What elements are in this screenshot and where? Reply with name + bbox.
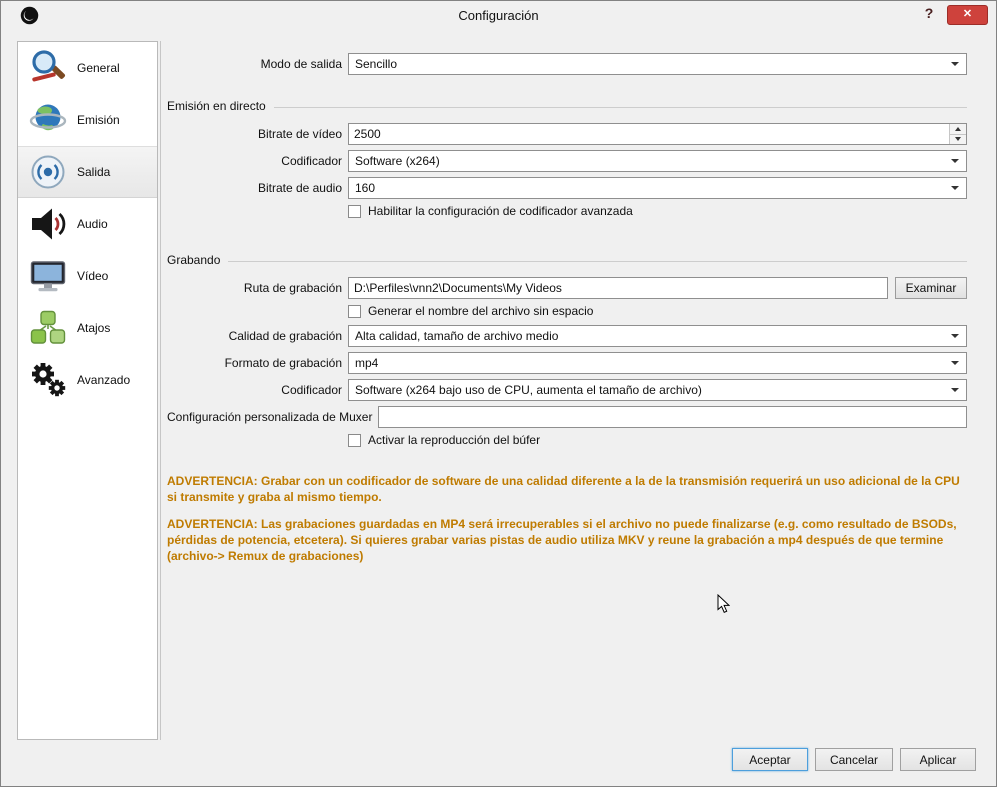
recording-encoder-label: Codificador [167,383,342,397]
help-button[interactable]: ? [920,5,938,23]
titlebar: Configuración ? ✕ [1,1,996,31]
streaming-group-header: Emisión en directo [167,99,967,113]
audio-bitrate-value: 160 [355,181,375,195]
accept-button[interactable]: Aceptar [732,748,808,771]
settings-window: Configuración ? ✕ General [0,0,997,787]
sidebar-item-label: Avanzado [77,373,130,387]
chevron-down-icon [951,159,959,163]
close-button[interactable]: ✕ [947,5,988,25]
warning-text-cpu: ADVERTENCIA: Grabar con un codificador d… [167,474,965,506]
stream-encoder-row: Codificador Software (x264) [167,150,967,172]
audio-bitrate-label: Bitrate de audio [167,181,342,195]
settings-sidebar: General Emisión [17,41,158,740]
muxer-settings-input[interactable] [378,406,967,428]
sidebar-item-general[interactable]: General [18,42,157,94]
chevron-down-icon [951,334,959,338]
recording-group-title: Grabando [167,253,220,267]
recording-encoder-row: Codificador Software (x264 bajo uso de C… [167,379,967,401]
sidebar-item-label: General [77,61,120,75]
sidebar-item-label: Audio [77,217,108,231]
recording-format-value: mp4 [355,356,378,370]
hotkeys-icon [28,308,68,348]
output-settings-panel: Modo de salida Sencillo Emisión en direc… [162,41,978,741]
window-title: Configuración [1,8,996,23]
sidebar-main-divider [160,41,161,740]
video-bitrate-label: Bitrate de vídeo [167,127,342,141]
stream-encoder-label: Codificador [167,154,342,168]
apply-button[interactable]: Aplicar [900,748,976,771]
dialog-buttons: Aceptar Cancelar Aplicar [732,748,976,771]
sidebar-item-emision[interactable]: Emisión [18,94,157,146]
stream-encoder-value: Software (x264) [355,154,440,168]
filename-no-space-row: Generar el nombre del archivo sin espaci… [348,304,967,318]
browse-button[interactable]: Examinar [895,277,967,299]
filename-no-space-checkbox[interactable] [348,305,361,318]
recording-group-header: Grabando [167,253,967,267]
output-mode-row: Modo de salida Sencillo [167,53,967,75]
speaker-icon [28,204,68,244]
group-divider [228,261,967,262]
sidebar-item-label: Salida [77,165,110,179]
advanced-encoder-checkbox-label: Habilitar la configuración de codificado… [368,204,633,218]
chevron-down-icon [951,361,959,365]
sidebar-item-salida[interactable]: Salida [18,146,157,198]
cancel-button[interactable]: Cancelar [815,748,893,771]
general-icon [28,48,68,88]
sidebar-item-label: Vídeo [77,269,108,283]
video-bitrate-input[interactable] [348,123,967,145]
chevron-down-icon [951,62,959,66]
output-mode-value: Sencillo [355,57,397,71]
recording-path-row: Ruta de grabación Examinar [167,277,967,299]
recording-quality-value: Alta calidad, tamaño de archivo medio [355,329,558,343]
globe-icon [28,100,68,140]
spinner-down-button[interactable] [950,135,966,145]
recording-format-select[interactable]: mp4 [348,352,967,374]
sidebar-item-atajos[interactable]: Atajos [18,302,157,354]
group-divider [274,107,967,108]
replay-buffer-checkbox[interactable] [348,434,361,447]
streaming-group-title: Emisión en directo [167,99,266,113]
recording-format-label: Formato de grabación [167,356,342,370]
recording-encoder-value: Software (x264 bajo uso de CPU, aumenta … [355,383,702,397]
audio-bitrate-select[interactable]: 160 [348,177,967,199]
recording-quality-label: Calidad de grabación [167,329,342,343]
video-bitrate-spinner [348,123,967,145]
sidebar-item-avanzado[interactable]: Avanzado [18,354,157,406]
replay-buffer-row: Activar la reproducción del búfer [348,433,967,447]
spinner-buttons [949,124,966,144]
broadcast-icon [28,152,68,192]
chevron-down-icon [955,137,961,141]
sidebar-item-video[interactable]: Vídeo [18,250,157,302]
recording-quality-row: Calidad de grabación Alta calidad, tamañ… [167,325,967,347]
output-mode-label: Modo de salida [167,57,342,71]
monitor-icon [28,256,68,296]
advanced-encoder-checkbox[interactable] [348,205,361,218]
recording-encoder-select[interactable]: Software (x264 bajo uso de CPU, aumenta … [348,379,967,401]
mouse-cursor [717,594,730,614]
filename-no-space-checkbox-label: Generar el nombre del archivo sin espaci… [368,304,593,318]
sidebar-item-audio[interactable]: Audio [18,198,157,250]
stream-encoder-select[interactable]: Software (x264) [348,150,967,172]
warnings-section: ADVERTENCIA: Grabar con un codificador d… [167,474,967,565]
advanced-encoder-row: Habilitar la configuración de codificado… [348,204,967,218]
recording-path-label: Ruta de grabación [167,281,342,295]
recording-format-row: Formato de grabación mp4 [167,352,967,374]
sidebar-item-label: Atajos [77,321,110,335]
replay-buffer-checkbox-label: Activar la reproducción del búfer [368,433,540,447]
chevron-down-icon [951,186,959,190]
gears-icon [28,360,68,400]
muxer-settings-row: Configuración personalizada de Muxer [167,406,967,428]
muxer-settings-label: Configuración personalizada de Muxer [167,410,372,424]
audio-bitrate-row: Bitrate de audio 160 [167,177,967,199]
chevron-up-icon [955,127,961,131]
spinner-up-button[interactable] [950,124,966,135]
warning-text-mp4: ADVERTENCIA: Las grabaciones guardadas e… [167,517,965,565]
sidebar-item-label: Emisión [77,113,120,127]
chevron-down-icon [951,388,959,392]
video-bitrate-row: Bitrate de vídeo [167,123,967,145]
recording-path-input[interactable] [348,277,888,299]
recording-quality-select[interactable]: Alta calidad, tamaño de archivo medio [348,325,967,347]
output-mode-select[interactable]: Sencillo [348,53,967,75]
